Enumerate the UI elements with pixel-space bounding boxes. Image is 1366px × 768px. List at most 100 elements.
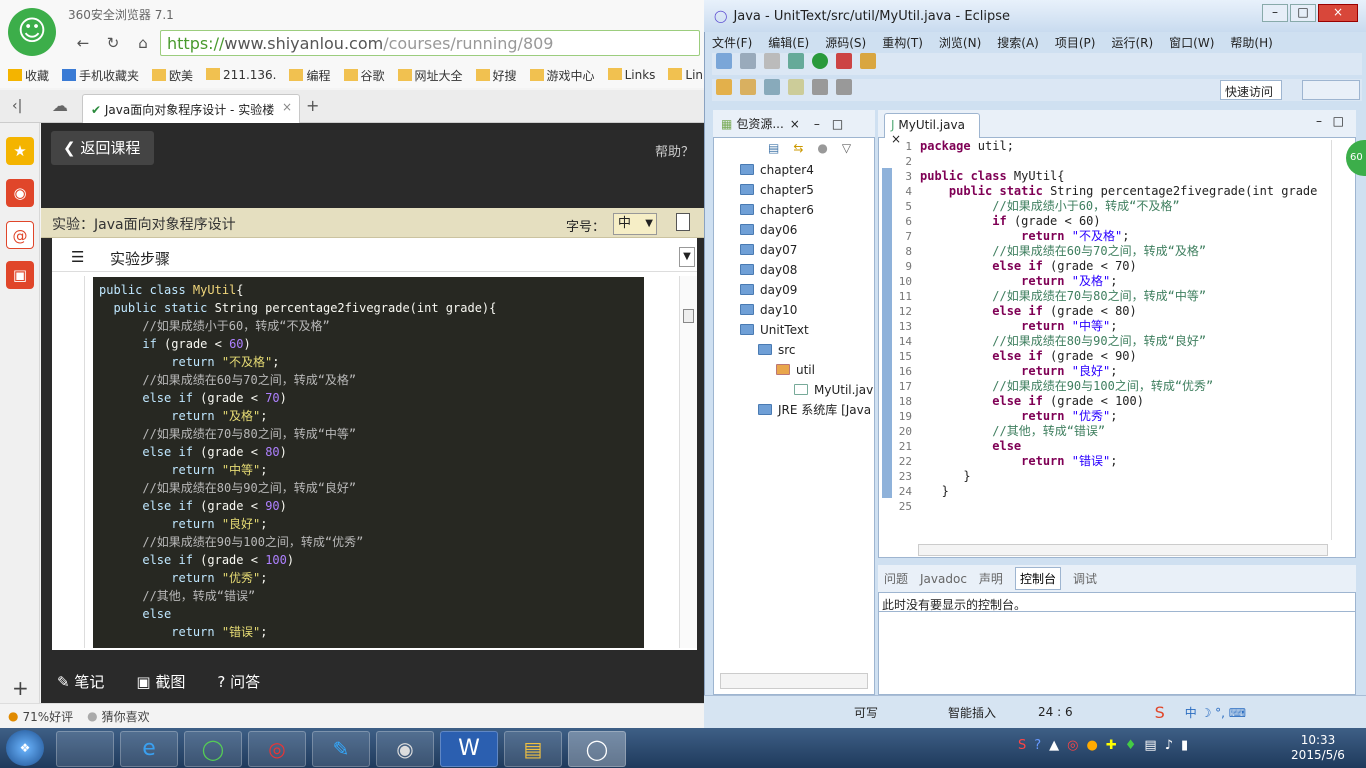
console-tab[interactable]: 控制台: [1014, 567, 1061, 590]
open-type-icon[interactable]: [740, 79, 756, 95]
list-icon[interactable]: ☰: [71, 248, 84, 266]
cloud-icon[interactable]: ☁: [52, 96, 68, 115]
tree-item[interactable]: JRE 系统库 [Java: [722, 400, 872, 420]
console-tab[interactable]: 问题: [884, 570, 908, 587]
tree-item[interactable]: MyUtil.jav: [722, 380, 873, 400]
home-icon[interactable]: ⌂: [132, 33, 154, 53]
favorite-item[interactable]: 游戏中心: [529, 67, 595, 84]
taskbar-word-icon[interactable]: W: [440, 731, 498, 767]
mail-icon[interactable]: @: [6, 221, 34, 249]
view-minimize-icon[interactable]: –: [814, 117, 820, 131]
new-tab-button[interactable]: +: [306, 96, 319, 115]
open-folder-icon[interactable]: [716, 79, 732, 95]
scroll-thumb[interactable]: [683, 309, 694, 323]
favorite-item[interactable]: 网址大全: [397, 67, 463, 84]
refresh-icon[interactable]: ↻: [102, 33, 124, 53]
start-button-icon[interactable]: ❖: [6, 730, 44, 766]
taskbar-photo-app-icon[interactable]: [56, 731, 114, 767]
tree-hscrollbar[interactable]: [720, 673, 868, 689]
back-to-course-button[interactable]: ❮ 返回课程: [51, 131, 154, 165]
tray-volume-icon[interactable]: ♪: [1165, 738, 1173, 753]
tray-signal-icon[interactable]: ▮: [1181, 738, 1188, 753]
view-maximize-icon[interactable]: □: [832, 117, 843, 131]
quick-access-input[interactable]: 快速访问: [1220, 80, 1282, 100]
menu-item[interactable]: 帮助(H): [1230, 34, 1272, 51]
tab-active[interactable]: ✔ Java面向对象程序设计 - 实验楼: [82, 94, 300, 123]
nav-back-icon[interactable]: [812, 79, 828, 95]
steps-dropdown-icon[interactable]: ▼: [679, 247, 695, 267]
external-tools-icon[interactable]: [836, 53, 852, 69]
tree-item[interactable]: day09: [722, 280, 872, 300]
taskbar-eclipse-icon[interactable]: ◯: [568, 731, 626, 767]
filter-icon[interactable]: ●: [817, 141, 827, 155]
back-arrow-icon[interactable]: ←: [72, 33, 94, 53]
save-icon[interactable]: [740, 53, 756, 69]
editor-code[interactable]: package util; public class MyUtil{ public…: [920, 139, 1328, 514]
run-icon[interactable]: [812, 53, 828, 69]
help-link[interactable]: 帮助？: [655, 141, 694, 160]
document-icon[interactable]: [676, 213, 690, 231]
star-icon[interactable]: ★: [6, 137, 34, 165]
taskbar-notes-icon[interactable]: ✎: [312, 731, 370, 767]
package-explorer-tab[interactable]: ▦ 包资源... × – □: [713, 110, 875, 138]
tray-expand-icon[interactable]: ▲: [1049, 738, 1059, 753]
taskbar-music-icon[interactable]: ◎: [248, 731, 306, 767]
tree-item[interactable]: UnitText: [722, 320, 872, 340]
tray-sogou-icon[interactable]: S: [1018, 738, 1026, 753]
tree-item[interactable]: chapter4: [722, 160, 872, 180]
menu-item[interactable]: 搜索(A): [997, 34, 1039, 51]
tab-list-icon[interactable]: ‹|: [12, 98, 22, 114]
tray-plus-icon[interactable]: ✚: [1106, 738, 1117, 753]
tree-item[interactable]: day08: [722, 260, 872, 280]
qa-button[interactable]: ? 问答: [217, 671, 260, 692]
favorite-item[interactable]: 谷歌: [343, 67, 385, 84]
taskbar-ie-icon[interactable]: e: [120, 731, 178, 767]
tab-close-icon[interactable]: ×: [282, 100, 292, 114]
close-button[interactable]: ×: [1318, 4, 1358, 22]
taskbar-clock[interactable]: 10:33 2015/5/6: [1290, 733, 1346, 763]
favorite-item[interactable]: 欧美: [152, 67, 193, 84]
weibo-icon[interactable]: ◉: [6, 179, 34, 207]
rating-text[interactable]: 71%好评: [22, 708, 73, 725]
favorite-item[interactable]: Link: [668, 68, 704, 82]
menu-item[interactable]: 运行(R): [1111, 34, 1153, 51]
taskbar-explorer-icon[interactable]: ▤: [504, 731, 562, 767]
taskbar-game-icon[interactable]: ◉: [376, 731, 434, 767]
favorite-item[interactable]: 手机收藏夹: [62, 67, 139, 84]
console-tab[interactable]: 调试: [1073, 570, 1097, 587]
address-bar[interactable]: https:// www.shiyanlou.com /courses/runn…: [160, 30, 700, 56]
tree-item[interactable]: day10: [722, 300, 872, 320]
screenshot-button[interactable]: ▣ 截图: [136, 671, 185, 692]
print-icon[interactable]: [764, 53, 780, 69]
browser-logo-icon[interactable]: ☺: [8, 8, 56, 56]
tray-qq-icon[interactable]: ●: [1087, 738, 1098, 753]
tree-item[interactable]: util: [722, 360, 872, 380]
annotation-icon[interactable]: [788, 79, 804, 95]
minimize-button[interactable]: –: [1262, 4, 1288, 22]
maximize-button[interactable]: □: [1290, 4, 1316, 22]
menu-item[interactable]: 源码(S): [825, 34, 866, 51]
tab-close-icon[interactable]: ×: [790, 117, 800, 131]
tree-item[interactable]: src: [722, 340, 872, 360]
shopping-icon[interactable]: ▣: [6, 261, 34, 289]
nav-forward-icon[interactable]: [836, 79, 852, 95]
package-icon[interactable]: [860, 53, 876, 69]
favorite-item[interactable]: 收藏: [8, 67, 49, 84]
console-tab[interactable]: 声明: [979, 570, 1003, 587]
new-icon[interactable]: [716, 53, 732, 69]
notes-button[interactable]: ✎ 笔记: [57, 671, 104, 692]
editor-maximize-icon[interactable]: □: [1333, 114, 1344, 128]
taskbar-360-browser-icon[interactable]: ◯: [184, 731, 242, 767]
guess-text[interactable]: 猜你喜欢: [102, 708, 150, 725]
editor-vscrollbar[interactable]: [1331, 140, 1343, 540]
menu-item[interactable]: 编辑(E): [768, 34, 809, 51]
font-size-select[interactable]: 中 ▼: [613, 213, 657, 235]
menu-item[interactable]: 重构(T): [882, 34, 923, 51]
page-scrollbar[interactable]: [679, 276, 697, 648]
menu-item[interactable]: 浏览(N): [939, 34, 981, 51]
perspective-switcher[interactable]: [1302, 80, 1360, 100]
view-menu-icon[interactable]: ▽: [842, 141, 851, 155]
menu-item[interactable]: 窗口(W): [1169, 34, 1214, 51]
menu-item[interactable]: 文件(F): [712, 34, 752, 51]
menu-item[interactable]: 项目(P): [1055, 34, 1096, 51]
